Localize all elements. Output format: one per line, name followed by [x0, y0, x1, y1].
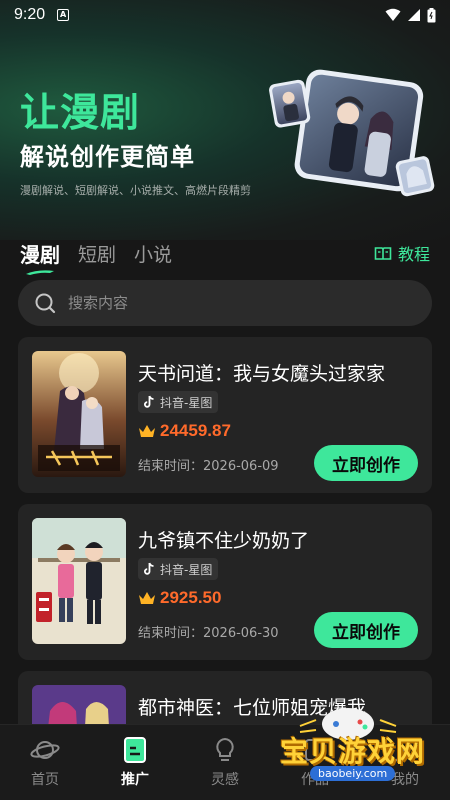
search-bar[interactable] [18, 280, 432, 326]
card-title: 九爷镇不住少奶奶了 [138, 530, 310, 552]
task-card[interactable]: 天书问道：我与女魔头过家家 抖音-星图 24459.87 结束时间：2026-0… [18, 337, 432, 493]
search-icon [35, 293, 56, 314]
signal-icon [408, 9, 420, 21]
tab-manju[interactable]: 漫剧 [20, 239, 60, 275]
nav-label: 推广 [121, 771, 149, 788]
create-now-button[interactable]: 立即创作 [314, 445, 418, 481]
crown-icon [139, 425, 155, 437]
watermark-name: 宝贝游戏网 [280, 735, 426, 768]
hero-illustration [269, 69, 435, 197]
end-time: 结束时间：2026-06-30 [138, 626, 279, 641]
watermark: 宝贝游戏网 baobeiy.com [270, 700, 430, 790]
tutorial-link[interactable]: 教程 [374, 241, 430, 265]
reward-amount: 2925.50 [160, 588, 222, 607]
status-icons [385, 7, 436, 23]
crown-icon [139, 592, 155, 604]
planet-icon [30, 740, 60, 759]
platform-label: 抖音-星图 [160, 395, 213, 410]
status-bar: 9:20 A [0, 0, 450, 30]
status-time: 9:20 [14, 6, 46, 23]
book-icon [374, 246, 392, 260]
nav-label: 灵感 [211, 771, 239, 788]
hero-subtitle: 解说创作更简单 [20, 143, 195, 171]
search-input[interactable] [68, 294, 388, 312]
platform-badge: 抖音-星图 [138, 391, 219, 413]
tiktok-icon [144, 395, 154, 408]
platform-label: 抖音-星图 [160, 562, 213, 577]
card-title: 天书问道：我与女魔头过家家 [138, 363, 386, 385]
cover-image [32, 351, 126, 477]
nav-promote[interactable]: 推广 [90, 725, 180, 800]
end-time: 结束时间：2026-06-09 [138, 459, 279, 474]
document-icon [124, 736, 146, 763]
nav-inspiration[interactable]: 灵感 [180, 725, 270, 800]
tab-label: 漫剧 [20, 242, 60, 267]
task-card[interactable]: 九爷镇不住少奶奶了 抖音-星图 2925.50 结束时间：2026-06-30 … [18, 504, 432, 660]
wifi-icon [385, 8, 401, 21]
hero-description: 漫剧解说、短剧解说、小说推文、高燃片段精剪 [20, 184, 251, 197]
category-tabs: 漫剧 短剧 小说 教程 [20, 236, 430, 275]
tiktok-icon [144, 562, 154, 575]
hero-title: 让漫剧 [20, 91, 141, 136]
nav-home[interactable]: 首页 [0, 725, 90, 800]
tab-xiaoshuo[interactable]: 小说 [134, 240, 172, 267]
tutorial-label: 教程 [397, 245, 430, 264]
tab-duanju[interactable]: 短剧 [78, 240, 116, 267]
create-now-button[interactable]: 立即创作 [314, 612, 418, 648]
reward: 2925.50 [138, 588, 221, 608]
watermark-url: baobeiy.com [310, 766, 396, 781]
reward-amount: 24459.87 [160, 421, 231, 440]
nav-label: 首页 [31, 771, 59, 788]
platform-badge: 抖音-星图 [138, 558, 219, 580]
reward: 24459.87 [138, 421, 231, 441]
lightbulb-icon [216, 737, 234, 761]
cover-image [32, 518, 126, 644]
battery-icon [427, 7, 436, 22]
notification-a-icon: A [57, 9, 70, 21]
active-tab-underline [26, 269, 54, 275]
